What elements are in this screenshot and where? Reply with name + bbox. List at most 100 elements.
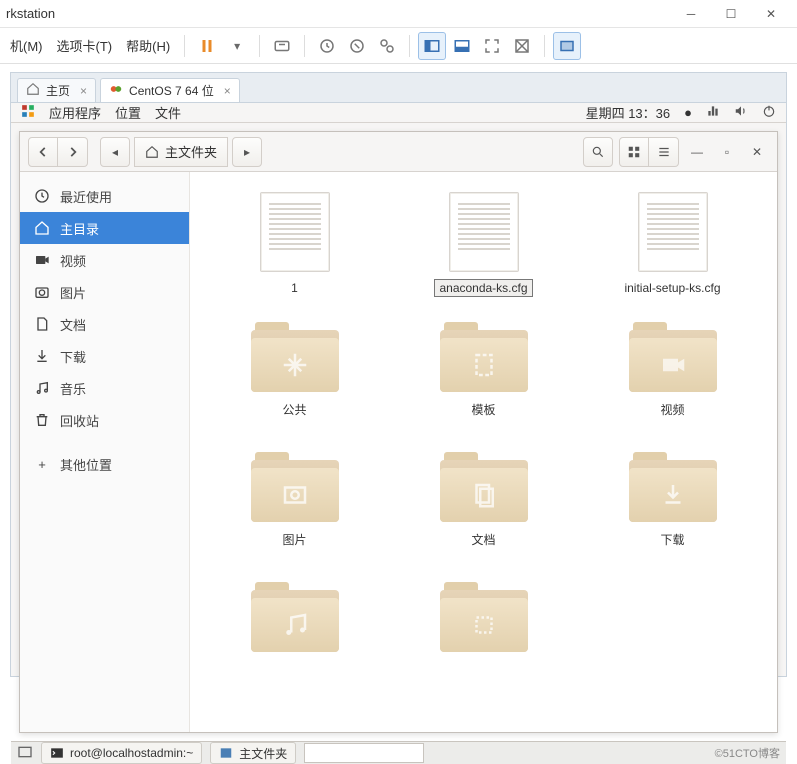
file-grid[interactable]: 1 anaconda-ks.cfg initial-setup-ks.cfg 公共 模板… bbox=[190, 172, 777, 732]
item-label: anaconda-ks.cfg bbox=[435, 280, 531, 296]
search-button[interactable] bbox=[583, 137, 613, 167]
sidebar-item-label: 下载 bbox=[60, 347, 86, 366]
folder-icon bbox=[440, 582, 528, 652]
sidebar-item-videos[interactable]: 视频 bbox=[20, 244, 189, 276]
sidebar-item-pictures[interactable]: 图片 bbox=[20, 276, 189, 308]
minimize-button[interactable]: ─ bbox=[671, 0, 711, 28]
sidebar-item-label: 音乐 bbox=[60, 379, 86, 398]
item-label: 1 bbox=[287, 280, 302, 296]
path-bar: ◂ 主文件夹 ▸ bbox=[100, 137, 571, 167]
places-label[interactable]: 位置 bbox=[115, 103, 141, 122]
item-label: 模板 bbox=[467, 400, 499, 419]
back-button[interactable] bbox=[28, 137, 58, 167]
path-back-icon[interactable]: ◂ bbox=[100, 137, 130, 167]
icon-view-button[interactable] bbox=[619, 137, 649, 167]
separator bbox=[544, 35, 545, 57]
system-tray: 星期四 13：36 ● bbox=[586, 103, 776, 122]
window-maximize-button[interactable]: ▫ bbox=[715, 140, 739, 164]
menu-vm[interactable]: 机(M) bbox=[4, 32, 49, 59]
folder-item[interactable] bbox=[215, 582, 375, 712]
snapshot-manager-icon[interactable] bbox=[373, 32, 401, 60]
task-input[interactable] bbox=[304, 743, 424, 763]
power-icon[interactable] bbox=[762, 104, 776, 121]
file-item[interactable]: initial-setup-ks.cfg bbox=[593, 192, 753, 322]
tab-guest-label: CentOS 7 64 位 bbox=[129, 82, 214, 99]
app-launcher-icon[interactable] bbox=[21, 104, 35, 121]
file-manager-sidebar: 最近使用 主目录 视频 图片 文档 下载 音乐 回收站 +其他位置 bbox=[20, 172, 190, 732]
send-ctrl-alt-del-icon[interactable] bbox=[268, 32, 296, 60]
home-icon bbox=[26, 82, 40, 99]
vm-icon bbox=[109, 82, 123, 99]
folder-icon bbox=[251, 582, 339, 652]
sidebar-item-home[interactable]: 主目录 bbox=[20, 212, 189, 244]
tab-guest[interactable]: CentOS 7 64 位 × bbox=[100, 78, 240, 102]
view-console-icon[interactable] bbox=[448, 32, 476, 60]
folder-icon bbox=[629, 452, 717, 522]
sidebar-item-other[interactable]: +其他位置 bbox=[20, 448, 189, 480]
snapshot-revert-icon[interactable] bbox=[343, 32, 371, 60]
menu-tabs[interactable]: 选项卡(T) bbox=[51, 32, 119, 59]
sidebar-toggle-icon[interactable] bbox=[418, 32, 446, 60]
show-desktop-icon[interactable] bbox=[17, 744, 33, 763]
clock-label[interactable]: 星期四 13：36 bbox=[586, 103, 671, 122]
sidebar-item-label: 最近使用 bbox=[60, 187, 112, 206]
folder-item[interactable]: 公共 bbox=[215, 322, 375, 452]
applications-label[interactable]: 应用程序 bbox=[49, 103, 101, 122]
tab-close-icon[interactable]: × bbox=[80, 84, 87, 98]
folder-icon bbox=[251, 322, 339, 392]
sidebar-item-label: 文档 bbox=[60, 315, 86, 334]
folder-item[interactable]: 文档 bbox=[404, 452, 564, 582]
maximize-button[interactable]: ☐ bbox=[711, 0, 751, 28]
path-segment-home[interactable]: 主文件夹 bbox=[134, 137, 228, 167]
snapshot-take-icon[interactable] bbox=[313, 32, 341, 60]
item-label: 下载 bbox=[656, 530, 688, 549]
window-close-button[interactable]: ✕ bbox=[745, 140, 769, 164]
folder-item[interactable] bbox=[404, 582, 564, 712]
path-forward-icon[interactable]: ▸ bbox=[232, 137, 262, 167]
document-icon bbox=[449, 192, 519, 272]
sidebar-item-downloads[interactable]: 下载 bbox=[20, 340, 189, 372]
gnome-top-bar: 应用程序 位置 文件 星期四 13：36 ● bbox=[11, 103, 786, 123]
forward-button[interactable] bbox=[58, 137, 88, 167]
task-terminal[interactable]: root@localhostadmin:~ bbox=[41, 742, 202, 764]
list-view-button[interactable] bbox=[649, 137, 679, 167]
separator bbox=[304, 35, 305, 57]
file-item[interactable]: anaconda-ks.cfg bbox=[404, 192, 564, 322]
unity-icon[interactable] bbox=[508, 32, 536, 60]
item-label: 图片 bbox=[278, 530, 310, 549]
folder-item[interactable]: 下载 bbox=[593, 452, 753, 582]
volume-icon[interactable] bbox=[734, 104, 748, 121]
sidebar-item-music[interactable]: 音乐 bbox=[20, 372, 189, 404]
network-icon[interactable] bbox=[706, 104, 720, 121]
folder-icon bbox=[440, 452, 528, 522]
window-title-bar: rkstation ─ ☐ ✕ bbox=[0, 0, 797, 28]
pause-icon[interactable] bbox=[193, 32, 221, 60]
folder-item[interactable]: 模板 bbox=[404, 322, 564, 452]
watermark-label: ©51CTO博客 bbox=[715, 745, 780, 761]
sidebar-item-label: 主目录 bbox=[60, 219, 99, 238]
separator bbox=[409, 35, 410, 57]
folder-item[interactable]: 图片 bbox=[215, 452, 375, 582]
record-indicator-icon: ● bbox=[684, 105, 692, 120]
sidebar-item-recent[interactable]: 最近使用 bbox=[20, 180, 189, 212]
path-segment-label: 主文件夹 bbox=[165, 142, 217, 161]
files-label[interactable]: 文件 bbox=[155, 103, 181, 122]
thumbnail-bar-icon[interactable] bbox=[553, 32, 581, 60]
folder-item[interactable]: 视频 bbox=[593, 322, 753, 452]
item-label: 文档 bbox=[467, 530, 499, 549]
file-item[interactable]: 1 bbox=[215, 192, 375, 322]
close-button[interactable]: ✕ bbox=[751, 0, 791, 28]
window-minimize-button[interactable]: — bbox=[685, 140, 709, 164]
fullscreen-icon[interactable] bbox=[478, 32, 506, 60]
task-filemanager[interactable]: 主文件夹 bbox=[210, 742, 296, 764]
separator bbox=[259, 35, 260, 57]
menu-help[interactable]: 帮助(H) bbox=[120, 32, 176, 59]
sidebar-item-trash[interactable]: 回收站 bbox=[20, 404, 189, 436]
tab-close-icon[interactable]: × bbox=[224, 84, 231, 98]
item-label: 公共 bbox=[278, 400, 310, 419]
sidebar-item-documents[interactable]: 文档 bbox=[20, 308, 189, 340]
item-label: initial-setup-ks.cfg bbox=[620, 280, 724, 296]
sidebar-item-label: 其他位置 bbox=[60, 455, 112, 474]
tab-home[interactable]: 主页 × bbox=[17, 78, 96, 102]
dropdown-icon[interactable]: ▾ bbox=[223, 32, 251, 60]
